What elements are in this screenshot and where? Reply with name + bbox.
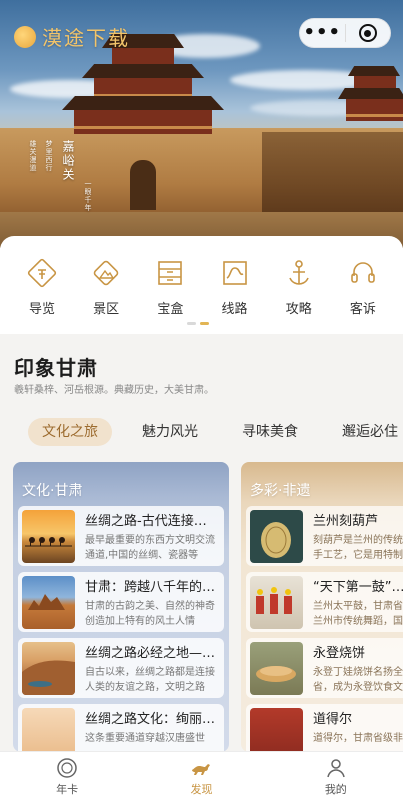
camel-caravan-thumbnail [22, 509, 75, 563]
hero-banner[interactable]: 雄关漫道 梦里西行 嘉峪关 一眼千年 漠途下载 ••• [0, 0, 403, 248]
route-icon [218, 256, 252, 290]
list-item[interactable]: 丝绸之路-古代连接东西方文化的纽带 最早最重要的东西方文明交流通道,中国的丝绸、… [18, 506, 224, 566]
list-item[interactable]: “天下第一鼓”—兰州太平鼓 兰州太平鼓，甘肃省兰州市传统舞蹈，国家级 [246, 572, 403, 632]
crescent-lake-thumbnail [22, 641, 75, 695]
side-tower [336, 62, 403, 132]
quick-nav: 导览 景区 宝盒 线路 攻略 客诉 [0, 236, 403, 334]
nav-item-scenic[interactable]: 景区 [84, 256, 128, 317]
nav-item-treasure-box[interactable]: 宝盒 [148, 256, 192, 317]
tab-annual-card[interactable]: 年卡 [0, 752, 134, 800]
category-tabs: 文化之旅 魅力风光 寻味美食 邂逅必住 [28, 418, 403, 446]
guide-icon [25, 256, 59, 290]
list-item[interactable]: 丝绸之路必经之地—敦煌 自古以来，丝绸之路都是连接人类的友谊之路，文明之路 [18, 638, 224, 698]
app-logo: 漠途下载 [14, 22, 130, 51]
list-item[interactable]: 甘肃：跨越八千年的历史长河 甘肃的古韵之美、自然的神奇创造加上特有的风土人情 [18, 572, 224, 632]
taiping-drum-thumbnail [250, 575, 303, 629]
list-item[interactable]: 兰州刻葫芦 刻葫芦是兰州的传统手工艺，它是用特制的 [246, 506, 403, 566]
discover-horse-icon [189, 756, 213, 780]
miniprogram-capsule: ••• [299, 18, 391, 48]
daodeer-thumbnail [250, 707, 303, 752]
heritage-panel: 多彩·非遗 兰州刻葫芦 刻葫芦是兰州的传统手工艺，它是用特制的 “天下第一鼓”—… [241, 462, 403, 752]
tab-scenery[interactable]: 魅力风光 [128, 418, 212, 446]
target-icon [358, 24, 377, 42]
more-menu-button[interactable]: ••• [300, 18, 345, 48]
headset-icon [346, 256, 380, 290]
annual-card-icon [55, 756, 79, 780]
culture-panel: 文化·甘肃 丝绸之路-古代连接东西方文化的纽带 最早最重要的东西方文明交流通道,… [13, 462, 229, 752]
bottom-tab-bar: 年卡 发现 我的 [0, 751, 403, 800]
tab-food[interactable]: 寻味美食 [228, 418, 312, 446]
yongdeng-bread-thumbnail [250, 641, 303, 695]
silk-road-thumbnail [22, 707, 75, 752]
nav-item-guide[interactable]: 导览 [20, 256, 64, 317]
section-title: 印象甘肃 [14, 356, 98, 380]
section-subtitle: 羲轩桑梓、河岳根源。典藏历史，大美甘肃。 [14, 385, 214, 396]
nav-item-strategy[interactable]: 攻略 [277, 256, 321, 317]
anchor-icon [282, 256, 316, 290]
nav-item-complaint[interactable]: 客诉 [341, 256, 385, 317]
scenic-icon [89, 256, 123, 290]
tab-culture[interactable]: 文化之旅 [28, 418, 112, 446]
profile-icon [324, 756, 348, 780]
panel-heading: 文化·甘肃 [22, 483, 83, 499]
tab-discover[interactable]: 发现 [134, 752, 268, 800]
treasure-box-icon [153, 256, 187, 290]
close-miniprogram-button[interactable] [346, 24, 391, 42]
list-item[interactable]: 永登烧饼 永登丁娃烧饼名扬全省，成为永登饮食文化的 [246, 638, 403, 698]
carved-gourd-thumbnail [250, 509, 303, 563]
calligraphy-overlay: 雄关漫道 梦里西行 嘉峪关 一眼千年 [29, 140, 92, 212]
tab-profile[interactable]: 我的 [269, 752, 403, 800]
list-item[interactable]: 丝绸之路文化：绚丽多彩 这条重要通道穿越汉唐盛世 [18, 704, 224, 752]
panel-heading: 多彩·非遗 [250, 483, 311, 499]
page-indicator [187, 322, 209, 325]
nav-item-route[interactable]: 线路 [213, 256, 257, 317]
list-item[interactable]: 道得尔 道得尔，甘肃省级非 [246, 704, 403, 752]
desert-rock-thumbnail [22, 575, 75, 629]
tab-stay[interactable]: 邂逅必住 [328, 418, 403, 446]
sun-logo-icon [14, 25, 36, 48]
